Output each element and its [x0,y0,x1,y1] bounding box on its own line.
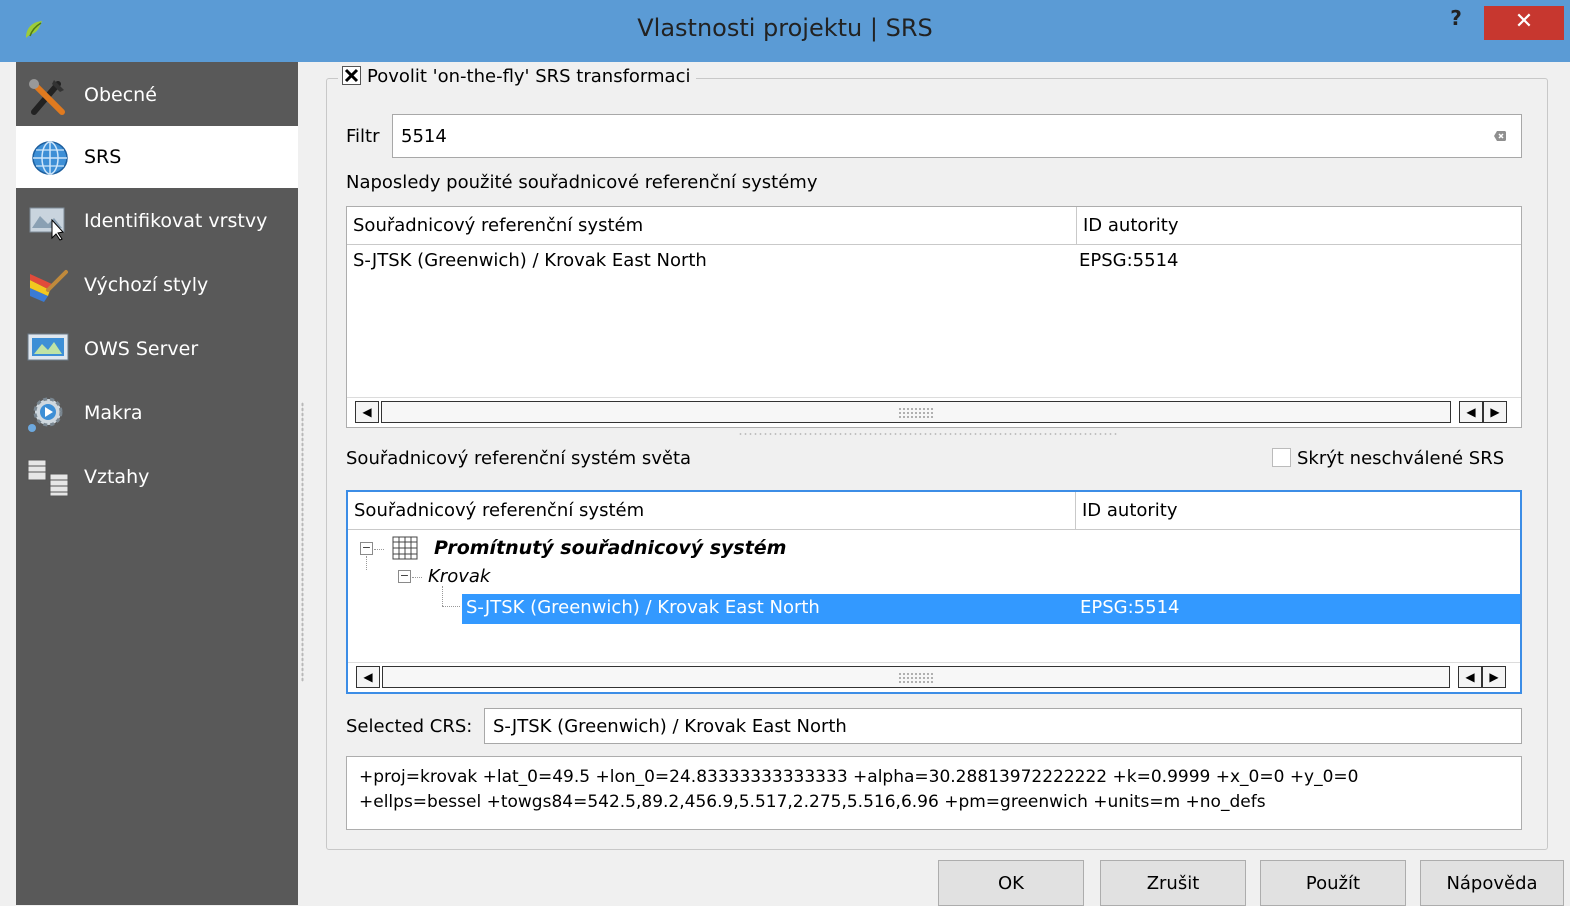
table-header: Souřadnicový referenční systém ID autori… [348,492,1520,530]
tree-subgroup-krovak[interactable]: − Krovak [348,556,1520,594]
row-crs-name: S-JTSK (Greenwich) / Krovak East North [353,250,707,271]
sidebar-item-identify-layers[interactable]: Identifikovat vrstvy [16,190,298,252]
scroll-left-button[interactable]: ◀ [356,666,380,688]
filter-input-value: 5514 [401,125,447,147]
scroll-thumb[interactable] [382,666,1450,688]
tree-group-projected[interactable]: − Promítnutý souřadnicový systém [348,534,1520,564]
sidebar-item-general[interactable]: Obecné [16,64,298,126]
sidebar-item-label: Makra [84,402,143,424]
sidebar-item-label: SRS [84,146,122,168]
recent-crs-label: Naposledy použité souřadnicové referenčn… [346,172,818,193]
world-crs-table: Souřadnicový referenční systém ID autori… [346,490,1522,694]
scroll-left-button[interactable]: ◀ [1459,401,1483,423]
selected-crs-label: Selected CRS: [346,716,473,737]
cancel-button[interactable]: Zrušit [1100,860,1246,906]
selected-crs-field[interactable]: S-JTSK (Greenwich) / Krovak East North [484,708,1522,744]
row-crs-name: S-JTSK (Greenwich) / Krovak East North [466,597,820,618]
sidebar-item-label: Vztahy [84,466,150,488]
hide-deprecated-checkbox[interactable]: Skrýt neschválené SRS [1272,448,1504,469]
relations-table-icon [27,459,69,497]
horizontal-scrollbar[interactable]: ◀ ◀ ▶ [347,397,1521,425]
sidebar-item-label: Obecné [84,84,157,106]
sidebar-splitter[interactable] [298,62,310,905]
macro-gear-icon [28,397,63,432]
column-header-authority-id[interactable]: ID autority [1077,207,1521,245]
close-button[interactable]: ✕ [1484,6,1564,40]
proj-line-1: +proj=krovak +lat_0=49.5 +lon_0=24.83333… [359,767,1359,787]
tree-group-label: Promítnutý souřadnicový systém [434,537,787,559]
hide-deprecated-checkbox-box[interactable] [1272,448,1291,467]
table-row[interactable]: S-JTSK (Greenwich) / Krovak East North E… [347,247,1521,277]
otf-checkbox[interactable]: Povolit 'on-the-fly' SRS transformaci [338,66,697,92]
scroll-right-button[interactable]: ▶ [1482,666,1506,688]
column-header-crs[interactable]: Souřadnicový referenční systém [348,492,1076,530]
world-crs-label: Souřadnicový referenční systém světa [346,448,692,469]
filter-input[interactable]: 5514 [392,114,1522,158]
sidebar-item-label: OWS Server [84,338,199,360]
ok-button[interactable]: OK [938,860,1084,906]
otf-checkbox-box[interactable] [342,66,361,85]
sidebar-item-relations[interactable]: Vztahy [16,446,298,508]
row-authority-id: EPSG:5514 [1080,597,1180,618]
filter-label: Filtr [346,126,380,147]
proj-definition-box[interactable]: +proj=krovak +lat_0=49.5 +lon_0=24.83333… [346,756,1522,830]
recent-crs-table: Souřadnicový referenční systém ID autori… [346,206,1522,428]
table-header: Souřadnicový referenční systém ID autori… [347,207,1521,245]
sidebar: Obecné SRS Identifikovat vrstvy Výchozí … [16,62,298,905]
ows-server-icon [27,333,69,361]
sidebar-item-default-styles[interactable]: Výchozí styly [16,254,298,316]
tree-subgroup-label: Krovak [428,566,491,587]
scroll-left-button[interactable]: ◀ [355,401,379,423]
identify-layers-icon [29,207,65,241]
horizontal-scrollbar[interactable]: ◀ ◀ ▶ [348,662,1520,690]
sidebar-item-label: Identifikovat vrstvy [84,210,268,232]
sidebar-item-ows-server[interactable]: OWS Server [16,318,298,380]
help-title-button[interactable]: ? [1436,6,1476,36]
tools-icon [29,79,65,115]
selected-crs-value: S-JTSK (Greenwich) / Krovak East North [493,715,847,737]
row-authority-id: EPSG:5514 [1079,250,1179,271]
apply-button[interactable]: Použít [1260,860,1406,906]
scroll-left-button[interactable]: ◀ [1458,666,1482,688]
paint-brush-icon [30,270,68,302]
table-row-selected[interactable]: S-JTSK (Greenwich) / Krovak East North E… [462,594,1520,624]
column-header-crs[interactable]: Souřadnicový referenční systém [347,207,1077,245]
sidebar-item-macros[interactable]: Makra [16,382,298,444]
help-button[interactable]: Nápověda [1420,860,1564,906]
sidebar-item-srs[interactable]: SRS [16,126,298,188]
scroll-right-button[interactable]: ▶ [1483,401,1507,423]
proj-line-2: +ellps=bessel +towgs84=542.5,89.2,456.9,… [359,792,1266,812]
hide-deprecated-label: Skrýt neschválené SRS [1297,448,1505,469]
title-bar: Vlastnosti projektu | SRS ? ✕ [0,0,1570,62]
otf-checkbox-label: Povolit 'on-the-fly' SRS transformaci [367,66,691,87]
column-header-authority-id[interactable]: ID autority [1076,492,1520,530]
window-title: Vlastnosti projektu | SRS [637,14,933,42]
table-splitter[interactable] [738,432,1118,436]
globe-icon [32,141,68,175]
collapse-icon[interactable]: − [360,542,373,555]
checkmark-icon [344,68,359,83]
grid-icon [392,536,418,560]
clear-filter-icon[interactable] [1491,128,1507,144]
scroll-thumb[interactable] [381,401,1451,423]
sidebar-item-label: Výchozí styly [84,274,209,296]
collapse-icon[interactable]: − [398,570,411,583]
